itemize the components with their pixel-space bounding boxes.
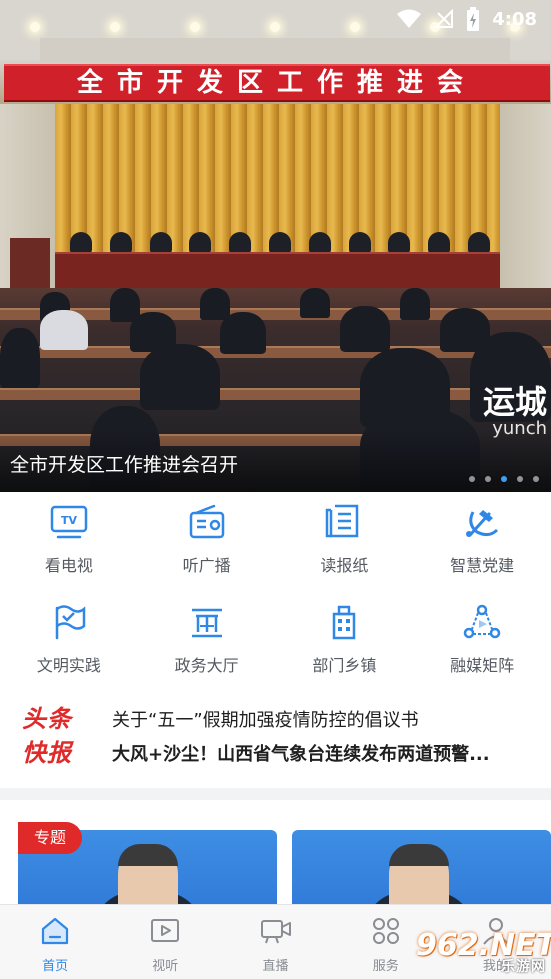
- feature-section: 专题: [0, 800, 551, 904]
- live-camera-icon: [260, 917, 292, 949]
- grid-item-label: 融媒矩阵: [450, 656, 515, 675]
- hero-stage-table: [55, 252, 500, 288]
- status-time: 4:08: [492, 8, 537, 30]
- hero-carousel[interactable]: 全市开发区工作推进会 运城 yunch 全市开发区工作推进会召开: [0, 0, 551, 492]
- wifi-icon: [396, 9, 422, 29]
- grid-item-radio[interactable]: 听广播: [138, 492, 276, 592]
- carousel-dot-active[interactable]: [501, 476, 507, 482]
- grid-item-departments-towns[interactable]: 部门乡镇: [276, 592, 414, 692]
- carousel-dot[interactable]: [469, 476, 475, 482]
- grid-item-label: 听广播: [182, 556, 231, 575]
- grid-item-newspaper[interactable]: 读报纸: [276, 492, 414, 592]
- headline-ticker: 头条 快报 关于“五一”假期加强疫情防控的倡议书 大风+沙尘！山西省气象台连续发…: [0, 696, 551, 780]
- grid-item-label: 看电视: [44, 556, 93, 575]
- media-matrix-icon: [462, 602, 502, 642]
- grid-item-label: 文明实践: [36, 656, 101, 675]
- topic-tag[interactable]: 专题: [18, 822, 83, 854]
- carousel-dot[interactable]: [485, 476, 491, 482]
- section-divider: [0, 788, 551, 800]
- carousel-dot[interactable]: [517, 476, 523, 482]
- carousel-dot[interactable]: [533, 476, 539, 482]
- grid-item-label: 智慧党建: [450, 556, 515, 575]
- home-icon: [40, 917, 70, 949]
- quick-access-grid: TV 看电视 听广播 读报纸 智慧党建 文明实践 政务大厅 部门乡镇 融媒矩阵: [0, 492, 551, 692]
- tab-live[interactable]: 直播: [220, 905, 330, 979]
- government-hall-icon: [187, 602, 227, 642]
- grid-item-label: 部门乡镇: [312, 656, 377, 675]
- party-emblem-icon: [462, 502, 502, 542]
- flag-icon: [49, 602, 89, 642]
- carousel-indicator: [469, 476, 539, 482]
- hero-red-banner: 全市开发区工作推进会: [4, 64, 550, 102]
- no-sim-icon: [434, 9, 454, 29]
- tab-video[interactable]: 视听: [110, 905, 220, 979]
- hero-podium: [10, 238, 50, 288]
- grid-item-civilization-practice[interactable]: 文明实践: [0, 592, 138, 692]
- feature-card[interactable]: [292, 830, 551, 904]
- grid-item-label: 政务大厅: [174, 656, 239, 675]
- services-grid-icon: [371, 917, 401, 949]
- building-icon: [324, 602, 364, 642]
- tab-home[interactable]: 首页: [0, 905, 110, 979]
- radio-icon: [187, 502, 227, 542]
- grid-item-smart-party[interactable]: 智慧党建: [413, 492, 551, 592]
- headline-item[interactable]: 大风+沙尘！山西省气象台连续发布两道预警...: [112, 740, 532, 766]
- grid-item-tv[interactable]: TV 看电视: [0, 492, 138, 592]
- status-bar: 4:08: [0, 0, 551, 38]
- svg-text:TV: TV: [61, 514, 78, 527]
- app-home-screen: 全市开发区工作推进会 运城 yunch 全市开发区工作推进会召开 4:08 TV…: [0, 0, 551, 979]
- newspaper-icon: [324, 502, 364, 542]
- hero-caption[interactable]: 全市开发区工作推进会召开: [10, 452, 238, 478]
- grid-item-government-hall[interactable]: 政务大厅: [138, 592, 276, 692]
- grid-item-label: 读报纸: [320, 556, 369, 575]
- hero-background-sign: [40, 38, 510, 62]
- headline-logo: 头条 快报: [22, 705, 72, 767]
- video-play-icon: [150, 917, 180, 949]
- hero-stage-officials: [70, 232, 490, 254]
- grid-item-media-matrix[interactable]: 融媒矩阵: [413, 592, 551, 692]
- headline-item[interactable]: 关于“五一”假期加强疫情防控的倡议书: [112, 706, 532, 732]
- battery-charging-icon: [466, 7, 480, 31]
- site-watermark-logo: 962.NET 乐游网: [416, 928, 551, 975]
- tv-icon: TV: [49, 502, 89, 542]
